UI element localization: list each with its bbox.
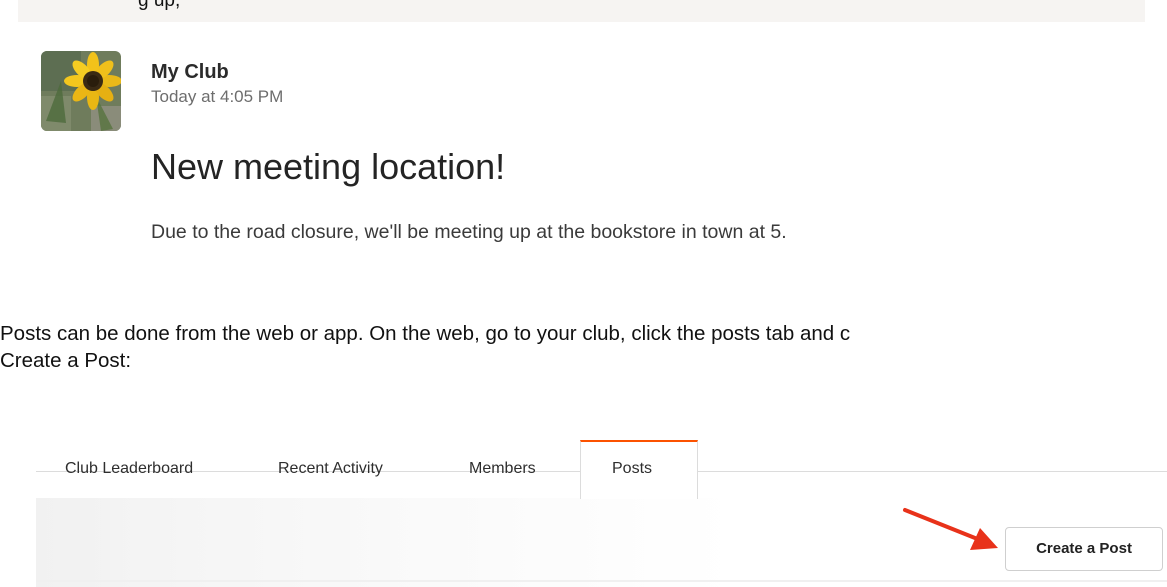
create-post-button[interactable]: Create a Post [1005, 527, 1163, 571]
previous-content-text: g up, [138, 0, 181, 11]
screenshot-canvas: g up, My Club Today at 4:05 PM New meeti… [0, 0, 1167, 587]
tab-members[interactable]: Members [469, 460, 536, 492]
previous-content-strip: g up, [18, 0, 1145, 22]
post-timestamp: Today at 4:05 PM [151, 87, 284, 106]
instructions-line-1: Posts can be done from the web or app. O… [0, 322, 851, 345]
tab-posts-label: Posts [612, 460, 653, 477]
instructions-line-2: Create a Post: [0, 349, 132, 372]
tab-posts[interactable]: Posts [580, 440, 698, 499]
sunflower-avatar-icon [41, 51, 121, 131]
instructions-paragraph: Posts can be done from the web or app. O… [0, 320, 1167, 374]
post-body: Due to the road closure, we'll be meetin… [151, 221, 787, 243]
tab-recent-activity[interactable]: Recent Activity [278, 460, 383, 492]
club-name[interactable]: My Club [151, 61, 229, 84]
tab-club-leaderboard[interactable]: Club Leaderboard [65, 460, 193, 492]
post-title: New meeting location! [151, 146, 506, 187]
toolbar-divider [36, 580, 1167, 582]
red-arrow-icon [903, 508, 998, 550]
